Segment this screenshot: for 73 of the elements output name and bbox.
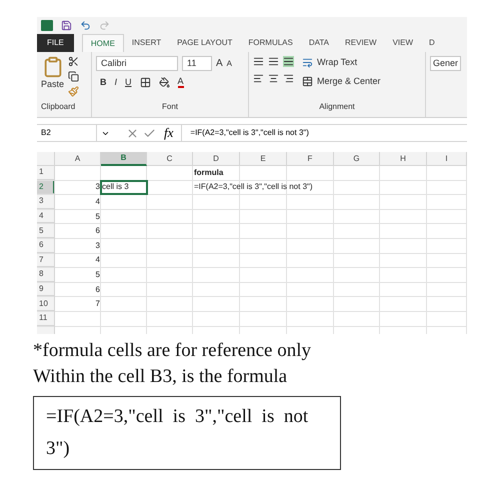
- column-header[interactable]: B: [101, 152, 147, 166]
- table-cell[interactable]: 5: [94, 268, 101, 281]
- ribbon-tab[interactable]: DATA: [300, 34, 337, 52]
- font-color-button[interactable]: A: [178, 77, 184, 88]
- cancel-icon[interactable]: [126, 126, 139, 140]
- ribbon-tab[interactable]: HOME: [82, 34, 124, 52]
- row-header[interactable]: 8: [37, 268, 55, 282]
- note-text: *formula cells are for reference only: [33, 338, 312, 363]
- insert-function-button[interactable]: fx: [160, 123, 178, 143]
- bold-button[interactable]: B: [100, 76, 106, 90]
- column-header[interactable]: D: [193, 152, 240, 166]
- table-cell[interactable]: formula: [193, 166, 224, 179]
- paste-button[interactable]: Paste: [41, 78, 64, 92]
- ribbon-tab[interactable]: D: [421, 34, 443, 52]
- shrink-font-button[interactable]: A: [226, 58, 232, 70]
- ribbon-tab[interactable]: FORMULAS: [240, 34, 301, 52]
- file-tab[interactable]: FILE: [37, 34, 74, 52]
- underline-button[interactable]: U: [125, 76, 132, 90]
- table-cell[interactable]: 3: [94, 181, 101, 194]
- table-cell[interactable]: 4: [94, 254, 101, 266]
- row-header[interactable]: 5: [37, 224, 55, 238]
- table-cell[interactable]: 4: [94, 196, 101, 208]
- intro-text: Within the cell B3, is the formula: [33, 364, 288, 389]
- table-cell[interactable]: 6: [94, 225, 101, 238]
- align-right-icon[interactable]: [283, 73, 294, 84]
- column-header[interactable]: E: [240, 152, 287, 166]
- undo-icon[interactable]: [80, 20, 91, 31]
- name-box[interactable]: B2: [37, 125, 97, 141]
- align-bottom-icon[interactable]: [283, 56, 294, 67]
- column-header[interactable]: C: [147, 152, 193, 166]
- table-cell[interactable]: 6: [94, 284, 101, 296]
- merge-center-button[interactable]: Merge & Center: [317, 74, 381, 88]
- wrap-text-button[interactable]: Wrap Text: [317, 56, 358, 70]
- font-name-field[interactable]: Calibri: [96, 56, 178, 71]
- cut-icon[interactable]: [68, 56, 80, 67]
- ribbon-tab[interactable]: VIEW: [384, 34, 422, 52]
- table-cell[interactable]: 7: [94, 298, 101, 310]
- number-format-field[interactable]: Gener: [430, 56, 462, 71]
- italic-button[interactable]: I: [114, 76, 118, 90]
- formula-field[interactable]: =IF(A2=3,"cell is 3","cell is not 3"): [181, 125, 467, 141]
- align-left-icon[interactable]: [253, 73, 264, 84]
- save-icon[interactable]: [61, 20, 72, 31]
- group-label: Font: [162, 101, 178, 113]
- ribbon-tab[interactable]: REVIEW: [337, 34, 385, 52]
- column-header[interactable]: A: [55, 152, 101, 166]
- column-header[interactable]: H: [380, 152, 427, 166]
- group-label: Clipboard: [40, 101, 76, 113]
- ribbon-tab[interactable]: PAGE LAYOUT: [169, 34, 240, 52]
- merge-icon[interactable]: [302, 76, 313, 87]
- borders-icon[interactable]: [140, 77, 151, 88]
- column-header[interactable]: G: [334, 152, 380, 166]
- copy-icon[interactable]: [68, 71, 80, 82]
- align-center-icon[interactable]: [268, 73, 279, 84]
- row-header[interactable]: 1: [37, 166, 55, 180]
- table-cell[interactable]: 5: [94, 210, 101, 223]
- row-header[interactable]: 10: [37, 297, 55, 311]
- align-middle-icon[interactable]: [268, 56, 279, 67]
- group-label: Alignment: [319, 101, 355, 113]
- confirm-icon[interactable]: [143, 126, 156, 140]
- wrap-icon[interactable]: [302, 57, 313, 68]
- column-header[interactable]: F: [287, 152, 334, 166]
- table-cell[interactable]: 3: [94, 240, 101, 252]
- grow-font-button[interactable]: A: [216, 56, 223, 71]
- align-top-icon[interactable]: [253, 56, 264, 67]
- table-cell[interactable]: cell is 3: [101, 180, 147, 194]
- fill-color-icon[interactable]: [158, 77, 170, 88]
- row-header[interactable]: 3: [37, 195, 55, 209]
- brush-icon[interactable]: [68, 86, 80, 97]
- column-header[interactable]: I: [427, 152, 467, 166]
- font-size-field[interactable]: 11: [182, 56, 212, 71]
- ribbon-tab[interactable]: INSERT: [124, 34, 170, 52]
- formula-box: =IF(A2=3,"cell is 3","cell is not 3"): [33, 396, 341, 470]
- table-cell[interactable]: =IF(A2=3,"cell is 3","cell is not 3"): [193, 181, 314, 194]
